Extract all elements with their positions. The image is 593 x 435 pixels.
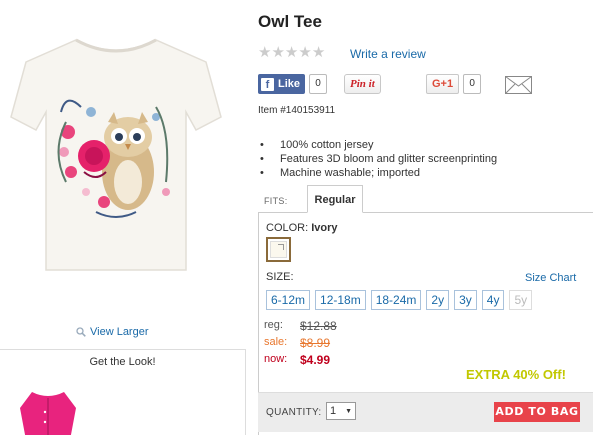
color-label: COLOR: Ivory <box>266 222 338 234</box>
size-chart-link[interactable]: Size Chart <box>525 272 576 284</box>
star-icon: ★ <box>258 44 272 61</box>
get-the-look-panel: Get the Look! <box>0 349 246 435</box>
facebook-like[interactable]: f Like 0 <box>258 74 328 94</box>
color-value: Ivory <box>311 222 338 234</box>
google-plus-count: 0 <box>463 74 482 94</box>
write-review-link[interactable]: Write a review <box>350 47 426 61</box>
rating-stars[interactable]: ★ ★ ★ ★ ★ <box>258 45 325 60</box>
list-item: • Machine washable; imported <box>260 167 421 179</box>
facebook-like-label: Like <box>278 78 301 90</box>
product-title: Owl Tee <box>258 12 322 31</box>
list-item: • Features 3D bloom and glitter screenpri… <box>260 153 498 165</box>
color-label-text: COLOR: <box>266 222 309 234</box>
size-option[interactable]: 2y <box>426 290 450 310</box>
product-image[interactable] <box>6 32 226 277</box>
regular-price-value: $12.88 <box>300 319 337 333</box>
now-price-label: now: <box>264 353 288 365</box>
size-option[interactable]: 12-18m <box>315 290 366 310</box>
add-to-bag-button[interactable]: ADD TO BAG <box>494 402 580 422</box>
star-icon: ★ <box>298 44 312 61</box>
now-price-value: $4.99 <box>300 353 331 367</box>
chevron-down-icon: ▼ <box>345 407 352 415</box>
sale-price: sale: $8.99 <box>264 336 330 350</box>
pinterest-button[interactable]: Pin it <box>344 74 381 94</box>
color-swatch-ivory[interactable] <box>266 237 291 262</box>
list-item: • 100% cotton jersey <box>260 139 374 151</box>
fits-label: FITS: <box>264 196 288 206</box>
google-plus-button[interactable]: G+1 <box>426 74 460 94</box>
star-icon: ★ <box>284 44 299 61</box>
item-number: Item #140153911 <box>258 105 336 116</box>
swatch-fill <box>270 241 287 258</box>
view-larger-link[interactable]: View Larger <box>76 326 149 338</box>
size-option[interactable]: 6-12m <box>266 290 311 310</box>
view-larger-label: View Larger <box>90 326 149 338</box>
star-icon: ★ <box>311 44 326 61</box>
size-option[interactable]: 4y <box>481 290 505 310</box>
feature-text: Machine washable; imported <box>280 167 421 179</box>
facebook-like-count: 0 <box>309 74 328 94</box>
size-option[interactable]: 18-24m <box>370 290 422 310</box>
quantity-label: QUANTITY: <box>266 407 322 418</box>
purchase-bar: QUANTITY: 1 ▼ ADD TO BAG <box>258 392 593 432</box>
size-option[interactable]: 3y <box>454 290 477 310</box>
tab-regular[interactable]: Regular <box>307 185 363 213</box>
promo-text: EXTRA 40% Off! <box>466 367 566 382</box>
feature-list: • 100% cotton jersey • Features 3D bloom a… <box>258 138 497 180</box>
facebook-icon: f <box>261 77 274 91</box>
sale-price-value: $8.99 <box>300 336 331 350</box>
feature-text: Features 3D bloom and glitter screenprin… <box>280 153 498 165</box>
regular-price: reg: $12.88 <box>264 319 337 333</box>
magnifier-icon <box>76 327 86 337</box>
size-label: SIZE: <box>266 271 294 283</box>
quantity-select[interactable]: 1 ▼ <box>326 402 356 420</box>
star-icon: ★ <box>271 44 285 61</box>
facebook-like-button[interactable]: f Like <box>258 74 306 94</box>
email-icon[interactable] <box>505 76 532 94</box>
regular-price-label: reg: <box>264 319 283 331</box>
google-plus[interactable]: G+1 0 <box>426 74 482 94</box>
sale-price-label: sale: <box>264 336 288 348</box>
quantity-value: 1 <box>330 405 337 417</box>
size-option-unavailable: 5y <box>509 290 533 310</box>
feature-text: 100% cotton jersey <box>280 139 374 151</box>
now-price: now: $4.99 <box>264 353 330 367</box>
cardigan-thumbnail[interactable] <box>18 388 78 435</box>
size-options: 6-12m 12-18m 18-24m 2y 3y 4y 5y <box>266 290 533 310</box>
get-the-look-title: Get the Look! <box>89 356 156 368</box>
